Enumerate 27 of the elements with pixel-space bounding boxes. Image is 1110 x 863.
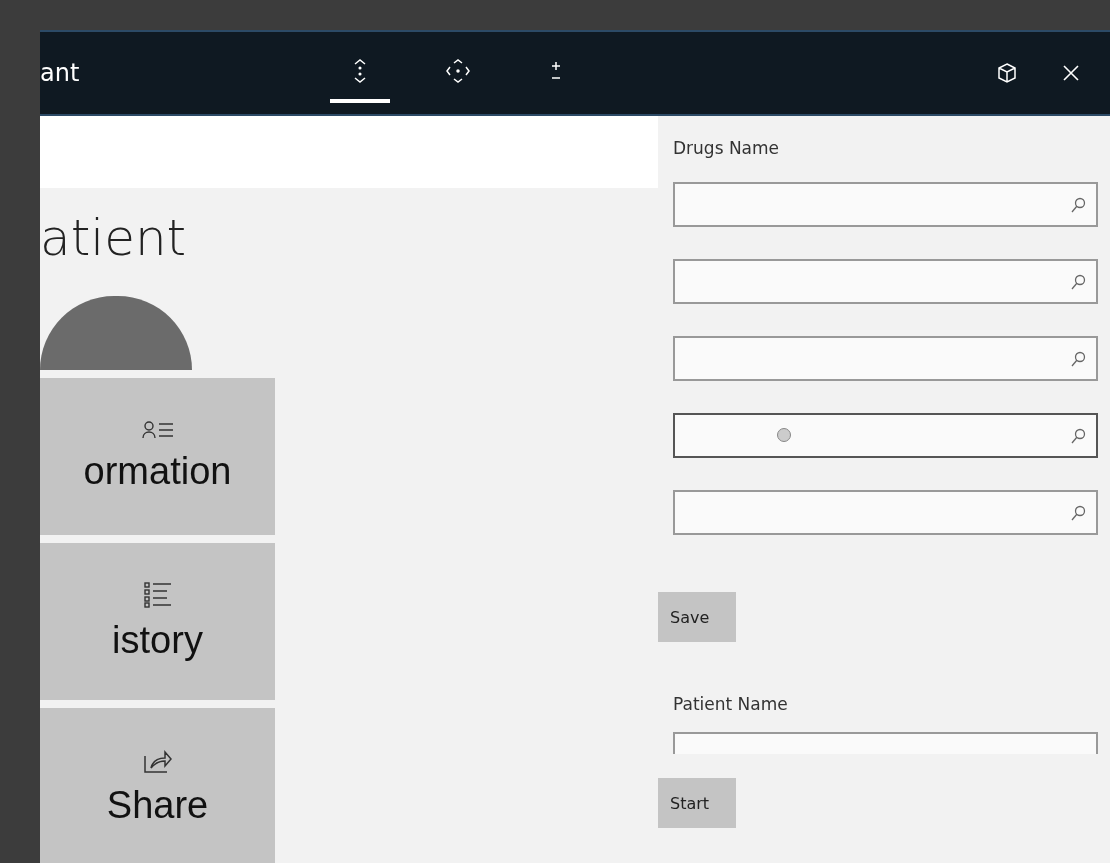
start-button[interactable]: Start <box>658 778 736 828</box>
close-icon <box>1061 63 1081 83</box>
save-button[interactable]: Save <box>658 592 736 642</box>
search-icon <box>1070 273 1086 290</box>
search-field[interactable] <box>673 336 1098 381</box>
search-icon <box>1070 504 1086 521</box>
menu-tile[interactable]: ormation <box>40 378 275 535</box>
search-field[interactable] <box>673 413 1098 458</box>
field-label: Patient Name <box>673 694 789 714</box>
search-icon <box>1070 427 1086 444</box>
move-arrows-icon <box>445 58 471 84</box>
cube-icon <box>996 62 1018 84</box>
field-label: Drugs Name <box>673 138 781 158</box>
checklist-icon <box>142 581 173 609</box>
search-field[interactable] <box>673 182 1098 227</box>
menu-tile[interactable]: Share <box>40 708 275 863</box>
page-heading: atient <box>40 208 188 268</box>
window-title: ant <box>40 59 81 87</box>
plus-minus-icon <box>549 60 563 82</box>
search-field[interactable] <box>673 259 1098 304</box>
contact-list-icon <box>140 420 175 440</box>
search-field[interactable] <box>673 490 1098 535</box>
gaze-cursor-icon <box>777 428 791 442</box>
search-icon <box>1070 196 1086 213</box>
resize-arrows-icon <box>353 58 367 84</box>
menu-tile[interactable]: istory <box>40 543 275 700</box>
search-icon <box>1070 350 1086 367</box>
